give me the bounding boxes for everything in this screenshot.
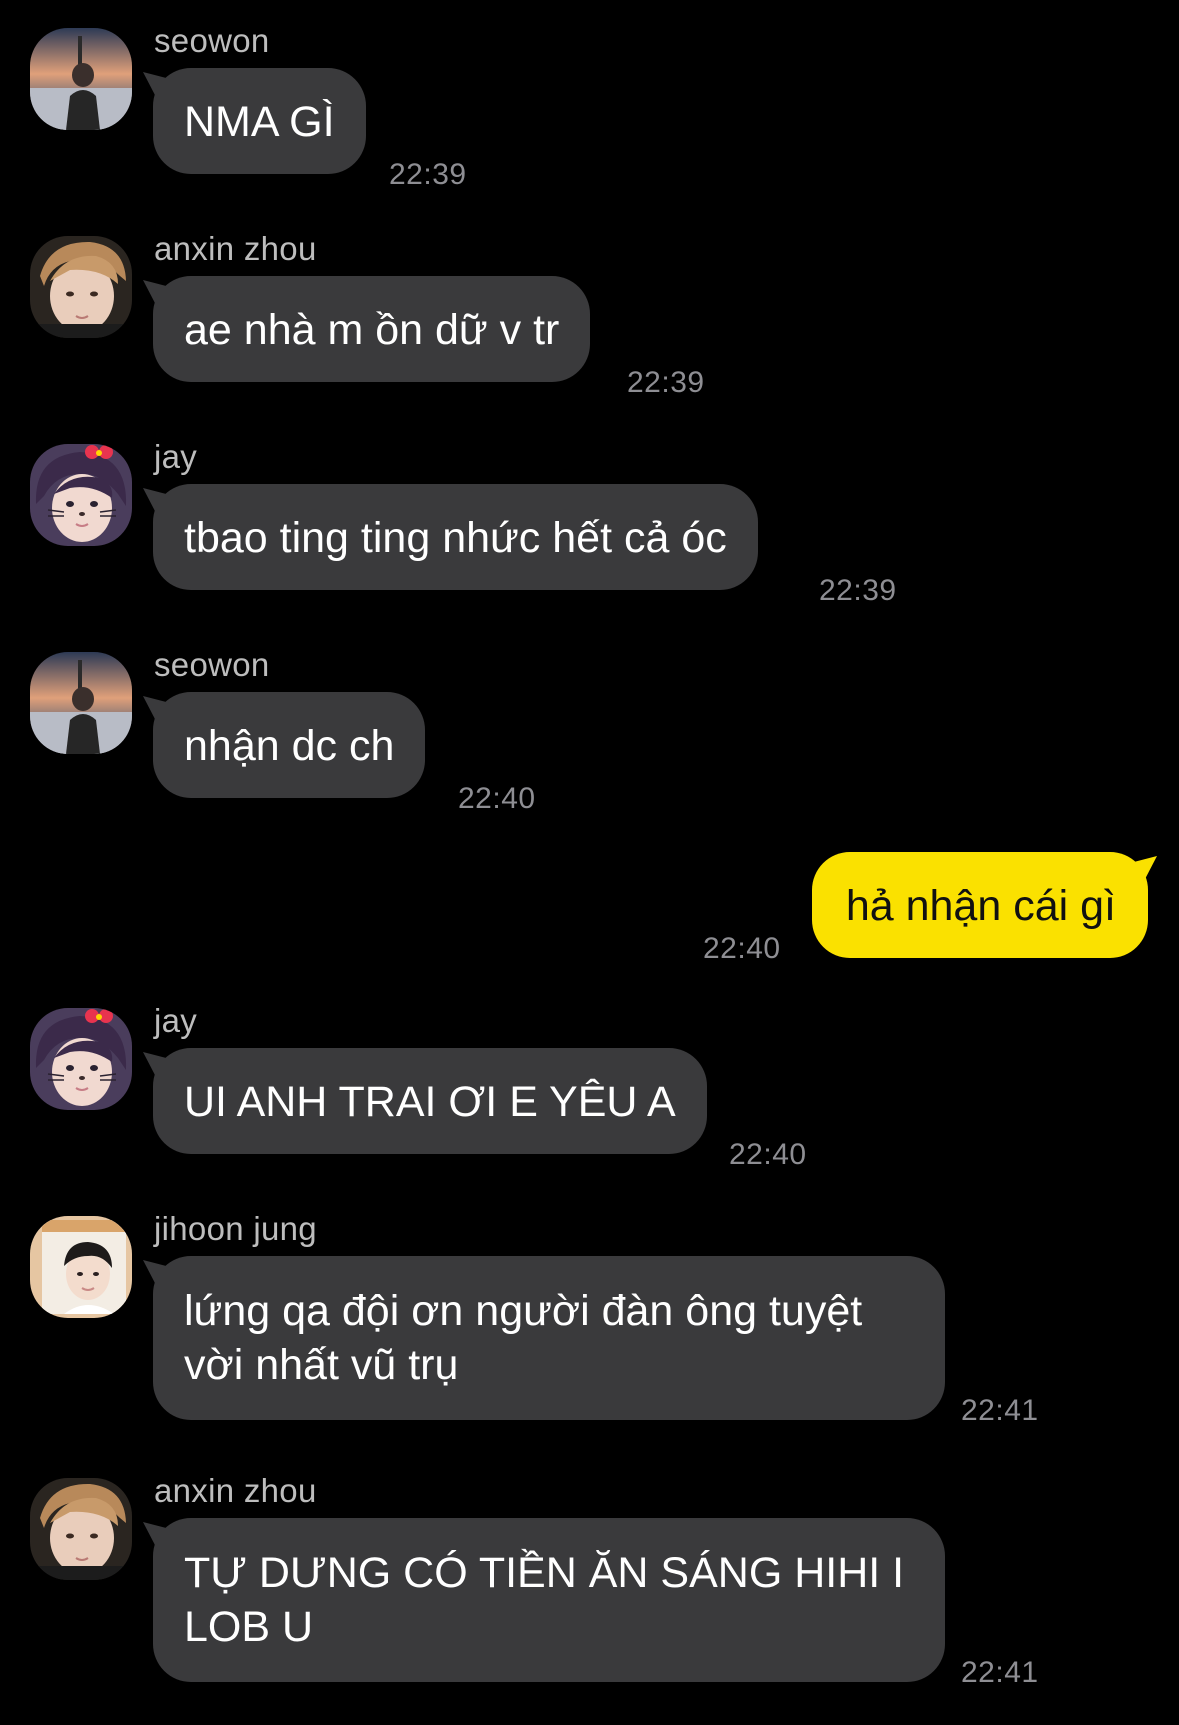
message-row: seowon NMA GÌ 22:39 [0,22,1179,191]
message-timestamp: 22:40 [729,1138,807,1171]
sender-name: seowon [154,646,270,683]
message-row: jay UI ANH TRAI ƠI E YÊU A 22:40 [0,1002,1179,1171]
message-row: anxin zhou TỰ DƯNG CÓ TIỀN ĂN SÁNG HIHI … [0,1472,1179,1698]
bubble-tail [143,1260,173,1286]
chat-message-list[interactable]: seowon NMA GÌ 22:39 anxin zhou ae nhà m … [0,0,1179,1725]
message-text: hả nhận cái gì [845,882,1116,930]
message-timestamp: 22:41 [961,1656,1039,1689]
incoming-message-bubble[interactable]: nhận dc ch [143,692,426,798]
seowon-avatar-icon[interactable] [30,652,132,754]
bubble-tail [1127,856,1157,882]
anxin-zhou-avatar-icon[interactable] [30,236,132,338]
sender-name: anxin zhou [154,230,317,267]
message-timestamp: 22:39 [389,158,467,191]
bubble-tail [143,1522,173,1548]
message-text: lứng qa đội ơn người đàn ông tuyệt vời n… [184,1287,863,1389]
bubble-tail [143,72,173,98]
seowon-avatar-icon[interactable] [30,28,132,130]
message-row: seowon nhận dc ch 22:40 [0,646,1179,815]
jay-avatar-icon[interactable] [30,444,132,546]
message-row: jihoon jung lứng qa đội ơn người đàn ông… [0,1210,1179,1436]
message-text: ae nhà m ồn dữ v tr [184,306,560,354]
sender-name: anxin zhou [154,1472,317,1509]
incoming-message-bubble[interactable]: tbao ting ting nhức hết cả óc [143,484,758,590]
incoming-message-bubble[interactable]: ae nhà m ồn dữ v tr [143,276,591,382]
bubble-tail [143,488,173,514]
anxin-zhou-avatar-icon[interactable] [30,1478,132,1580]
message-text: tbao ting ting nhức hết cả óc [184,514,727,562]
bubble-tail [143,280,173,306]
message-row: anxin zhou ae nhà m ồn dữ v tr 22:39 [0,230,1179,399]
message-text: nhận dc ch [184,722,395,770]
incoming-message-bubble[interactable]: TỰ DƯNG CÓ TIỀN ĂN SÁNG HIHI I LOB U [143,1518,945,1682]
message-timestamp: 22:39 [819,574,897,607]
message-text: UI ANH TRAI ƠI E YÊU A [184,1078,676,1126]
incoming-message-bubble[interactable]: lứng qa đội ơn người đàn ông tuyệt vời n… [143,1256,945,1420]
bubble-tail [143,696,173,722]
outgoing-message-bubble[interactable]: hả nhận cái gì [811,852,1157,958]
sender-name: jay [154,438,198,475]
message-row: jay tbao ting ting nhức hết cả óc 22:39 [0,438,1179,607]
sender-name: seowon [154,22,270,59]
bubble-tail [143,1052,173,1078]
sender-name: jihoon jung [154,1210,317,1247]
message-timestamp: 22:39 [627,366,705,399]
message-timestamp: 22:40 [703,932,781,965]
message-text: NMA GÌ [184,98,335,146]
incoming-message-bubble[interactable]: NMA GÌ [143,68,366,174]
incoming-message-bubble[interactable]: UI ANH TRAI ƠI E YÊU A [143,1048,707,1154]
jihoon-jung-avatar-icon[interactable] [30,1216,132,1318]
message-text: TỰ DƯNG CÓ TIỀN ĂN SÁNG HIHI I LOB U [184,1549,905,1651]
jay-avatar-icon[interactable] [30,1008,132,1110]
message-timestamp: 22:40 [458,782,536,815]
outgoing-message-row: 22:40 hả nhận cái gì [0,852,1179,965]
message-timestamp: 22:41 [961,1394,1039,1427]
sender-name: jay [154,1002,198,1039]
